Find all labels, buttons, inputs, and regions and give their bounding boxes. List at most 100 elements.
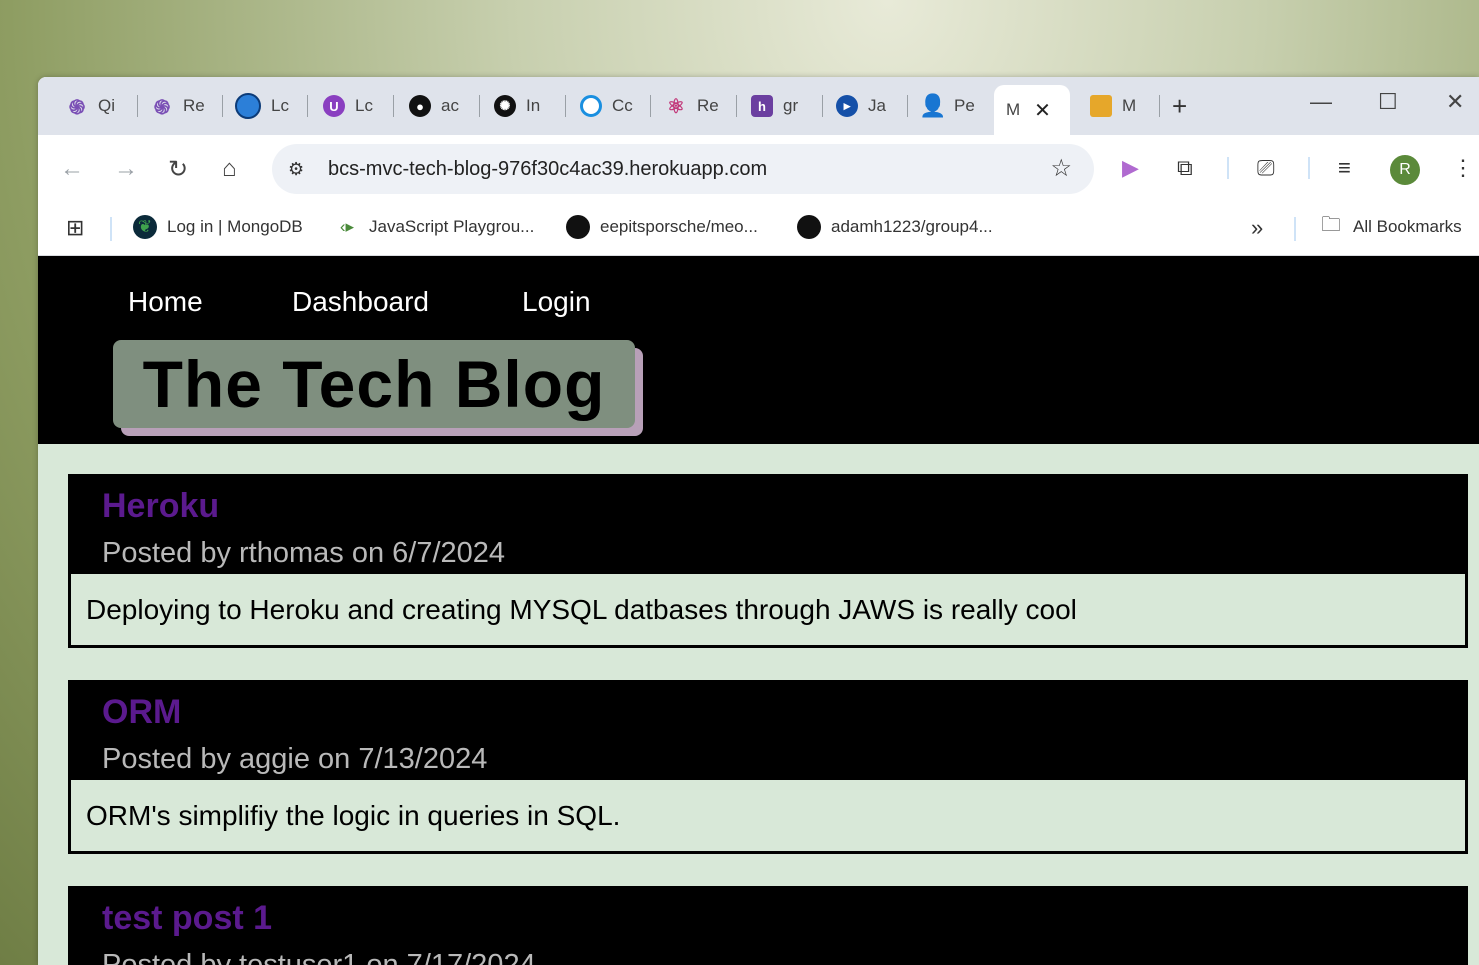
bookmarks-bar: ⊞ ❦ Log in | MongoDB ‹▸ JavaScript Playg… <box>38 203 1479 256</box>
openai-icon: ֍ <box>153 96 171 119</box>
tab-label: Qi <box>98 96 115 115</box>
kebab-menu-icon[interactable]: ⋮ <box>1452 155 1474 181</box>
tab-label: Lc <box>271 96 289 115</box>
bookmark-divider <box>110 217 112 241</box>
post-meta: Posted by aggie on 7/13/2024 <box>102 743 488 775</box>
post-body: Deploying to Heroku and creating MYSQL d… <box>71 574 1465 645</box>
tab-divider <box>307 95 308 117</box>
site-globe-icon <box>235 93 261 119</box>
tab-4[interactable]: U Lc <box>323 91 381 121</box>
post-title[interactable]: ORM <box>102 693 181 732</box>
tab-divider <box>1159 95 1160 117</box>
tab-active[interactable]: M ✕ <box>994 85 1070 135</box>
post-card[interactable]: ORM Posted by aggie on 7/13/2024 ORM's s… <box>68 680 1468 854</box>
folder-icon: 🗀 <box>1321 214 1341 236</box>
nav-dashboard[interactable]: Dashboard <box>292 286 429 318</box>
tab-label: gr <box>783 96 799 115</box>
tab-label: M <box>1006 100 1021 119</box>
window-close-icon[interactable]: ✕ <box>1446 89 1464 115</box>
maximize-icon[interactable]: ☐ <box>1378 89 1398 115</box>
tab-9[interactable]: h gr <box>751 91 809 121</box>
tab-divider <box>736 95 737 117</box>
post-card[interactable]: Heroku Posted by rthomas on 6/7/2024 Dep… <box>68 474 1468 648</box>
new-tab-button[interactable]: + <box>1172 91 1187 122</box>
home-icon[interactable]: ⌂ <box>222 155 237 183</box>
bookmark-star-icon[interactable]: ☆ <box>1050 154 1072 183</box>
cast-search-icon[interactable]: ⎚ <box>1257 155 1275 181</box>
post-header: Heroku Posted by rthomas on 6/7/2024 <box>71 477 1465 574</box>
mongodb-leaf-icon: ❦ <box>133 215 157 239</box>
bookmarks-overflow-icon[interactable]: » <box>1251 215 1263 241</box>
logo-box: The Tech Blog <box>113 340 635 428</box>
nav-login[interactable]: Login <box>522 286 591 318</box>
heroku-icon: h <box>751 95 773 117</box>
tab-label: Re <box>697 96 719 115</box>
github-icon <box>797 215 821 239</box>
tab-divider <box>222 95 223 117</box>
tab-8[interactable]: ⚛ Re <box>665 91 723 121</box>
tab-label: Re <box>183 96 205 115</box>
toolbar-divider <box>1308 157 1310 179</box>
post-title[interactable]: test post 1 <box>102 899 272 938</box>
chatgpt-icon: ✺ <box>494 95 516 117</box>
bookmark-label: eepitsporsche/meo... <box>600 217 758 236</box>
close-icon[interactable]: ✕ <box>1034 98 1051 123</box>
bookmark-github-1[interactable]: eepitsporsche/meo... <box>566 215 758 239</box>
page-viewport: Home Dashboard Login The Tech Blog Herok… <box>38 256 1479 965</box>
browser-window: ֍ Qi ֍ Re Lc U Lc ● ac ✺ In Cc ⚛ Re h gr… <box>38 77 1479 965</box>
tab-divider <box>565 95 566 117</box>
nav-home[interactable]: Home <box>128 286 203 318</box>
back-arrow-icon[interactable]: ← <box>60 155 84 183</box>
tab-6[interactable]: ✺ In <box>494 91 552 121</box>
tab-label: Ja <box>868 96 886 115</box>
tab-3[interactable]: Lc <box>235 91 293 121</box>
c-logo-icon <box>580 95 602 117</box>
code-icon: ‹▸ <box>339 217 355 236</box>
bookmark-label: JavaScript Playgrou... <box>369 217 535 236</box>
tab-7[interactable]: Cc <box>580 91 638 121</box>
minimize-icon[interactable]: — <box>1310 89 1332 115</box>
tab-label: Cc <box>612 96 633 115</box>
bookmark-mongodb[interactable]: ❦ Log in | MongoDB <box>133 215 303 239</box>
post-title[interactable]: Heroku <box>102 487 219 526</box>
profile-avatar[interactable]: R <box>1390 155 1420 185</box>
jira-icon: ▸ <box>836 95 858 117</box>
tab-divider <box>650 95 651 117</box>
tab-divider <box>822 95 823 117</box>
tab-5[interactable]: ● ac <box>409 91 467 121</box>
all-bookmarks[interactable]: 🗀 All Bookmarks <box>1319 214 1462 239</box>
tab-1[interactable]: ֍ Qi <box>66 91 124 121</box>
post-body: ORM's simplifiy the logic in queries in … <box>71 780 1465 851</box>
site-logo: The Tech Blog <box>113 340 643 436</box>
tab-13[interactable]: M <box>1090 91 1148 121</box>
site-title: The Tech Blog <box>142 347 606 421</box>
url-text[interactable]: bcs-mvc-tech-blog-976f30c4ac39.herokuapp… <box>328 158 767 181</box>
toolbar-divider <box>1227 157 1229 179</box>
tab-label: M <box>1122 96 1137 115</box>
reload-icon[interactable]: ↻ <box>168 155 188 184</box>
post-card[interactable]: test post 1 Posted by testuser1 on 7/17/… <box>68 886 1468 965</box>
tab-2[interactable]: ֍ Re <box>151 91 209 121</box>
tab-divider <box>393 95 394 117</box>
site-settings-icon[interactable]: ⚙ <box>288 159 310 180</box>
github-icon: ● <box>409 95 431 117</box>
address-bar[interactable]: ⚙ bcs-mvc-tech-blog-976f30c4ac39.herokua… <box>272 144 1094 194</box>
media-controls-icon[interactable]: ≡ <box>1338 155 1351 181</box>
extensions-puzzle-icon[interactable]: ⧉ <box>1177 155 1193 181</box>
bookmark-github-2[interactable]: adamh1223/group4... <box>797 215 993 239</box>
tab-strip: ֍ Qi ֍ Re Lc U Lc ● ac ✺ In Cc ⚛ Re h gr… <box>38 77 1479 135</box>
tab-label: Lc <box>355 96 373 115</box>
site-logo-icon <box>1090 95 1112 117</box>
tab-label: Pe <box>954 96 975 115</box>
apps-grid-icon[interactable]: ⊞ <box>66 215 84 241</box>
auth-icon: U <box>323 95 345 117</box>
tab-11[interactable]: 👤 Pe <box>922 91 980 121</box>
bookmark-divider <box>1294 217 1296 241</box>
post-header: ORM Posted by aggie on 7/13/2024 <box>71 683 1465 780</box>
tab-10[interactable]: ▸ Ja <box>836 91 894 121</box>
forward-arrow-icon[interactable]: → <box>114 155 138 183</box>
media-extension-icon[interactable]: ▶ <box>1122 155 1139 181</box>
tab-label: In <box>526 96 541 115</box>
bookmark-js-playground[interactable]: ‹▸ JavaScript Playgrou... <box>335 215 534 239</box>
tab-divider <box>137 95 138 117</box>
